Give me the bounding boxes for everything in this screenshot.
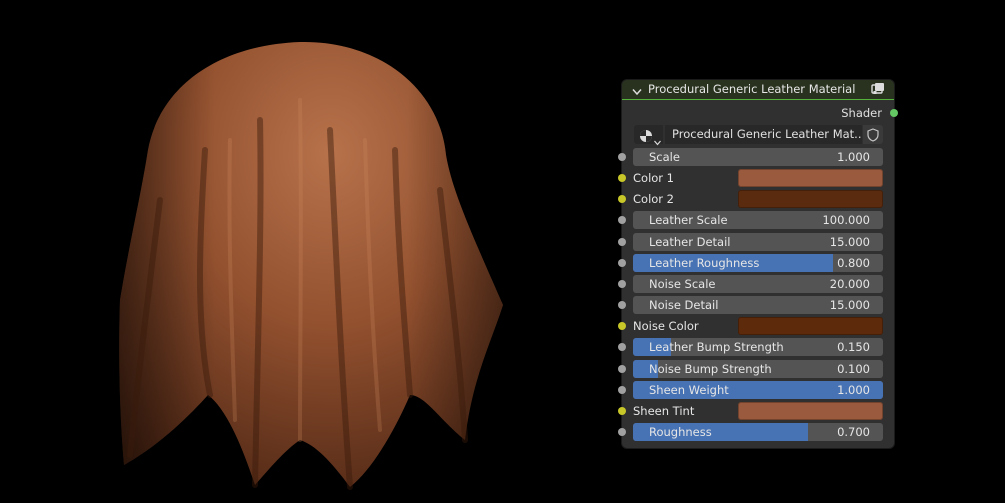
input-socket-color-1[interactable] [618, 174, 626, 183]
slider-label: Roughness [649, 424, 712, 439]
slider-label: Leather Detail [649, 234, 731, 249]
slider-label: Noise Detail [649, 298, 719, 313]
input-row-color-2: Color 2 [618, 189, 894, 210]
slider-leather-detail[interactable]: Leather Detail 15.000 [633, 232, 883, 251]
input-row-noise-bump-strength: Noise Bump Strength 0.100 [618, 359, 894, 380]
shield-icon [867, 127, 879, 146]
input-socket-leather-scale[interactable] [618, 216, 626, 225]
input-socket-scale[interactable] [618, 153, 626, 161]
input-row-leather-bump-strength: Leather Bump Strength 0.150 [618, 337, 894, 358]
input-row-sheen-tint: Sheen Tint [618, 401, 894, 422]
slider-leather-roughness[interactable]: Leather Roughness 0.800 [633, 253, 883, 272]
slider-value: 1.000 [837, 382, 870, 397]
slider-value: 20.000 [829, 276, 870, 291]
input-socket-color-2[interactable] [618, 195, 626, 204]
slider-value: 0.800 [837, 255, 870, 270]
input-row-scale: Scale 1.000 [618, 147, 894, 168]
slider-noise-bump-strength[interactable]: Noise Bump Strength 0.100 [633, 359, 883, 378]
input-socket-leather-bump-strength[interactable] [618, 343, 626, 352]
slider-label: Sheen Weight [649, 382, 729, 397]
slider-roughness[interactable]: Roughness 0.700 [633, 422, 883, 441]
input-row-noise-color: Noise Color [618, 316, 894, 337]
input-row-leather-detail: Leather Detail 15.000 [618, 232, 894, 253]
material-browse-button[interactable] [634, 125, 663, 147]
node-header[interactable]: Procedural Generic Leather Material [622, 80, 894, 100]
node-group-icon [870, 82, 886, 99]
shader-node[interactable]: Procedural Generic Leather Material Shad… [618, 80, 898, 448]
slider-leather-scale[interactable]: Leather Scale 100.000 [633, 211, 883, 230]
chevron-down-icon[interactable] [632, 85, 642, 99]
input-socket-roughness[interactable] [618, 427, 626, 436]
input-socket-noise-color[interactable] [618, 322, 626, 331]
input-socket-sheen-weight[interactable] [618, 385, 626, 394]
slider-sheen-weight[interactable]: Sheen Weight 1.000 [633, 380, 883, 399]
input-socket-sheen-tint[interactable] [618, 406, 626, 415]
color-label: Sheen Tint [633, 403, 695, 418]
input-row-leather-roughness: Leather Roughness 0.800 [618, 253, 894, 274]
input-row-noise-detail: Noise Detail 15.000 [618, 295, 894, 316]
slider-label: Noise Bump Strength [649, 361, 772, 376]
color-swatch-sheen-tint[interactable] [738, 401, 883, 420]
fake-user-button[interactable] [863, 125, 883, 144]
input-socket-noise-scale[interactable] [618, 279, 626, 288]
slider-value: 100.000 [822, 213, 870, 228]
slider-value: 1.000 [837, 150, 870, 164]
color-label: Color 2 [633, 192, 674, 207]
slider-noise-detail[interactable]: Noise Detail 15.000 [633, 296, 883, 315]
slider-label: Scale [649, 150, 680, 164]
material-sphere-icon [639, 128, 653, 147]
slider-value: 0.100 [837, 361, 870, 376]
slider-label: Noise Scale [649, 276, 716, 291]
input-row-color-1: Color 1 [618, 168, 894, 189]
input-row-sheen-weight: Sheen Weight 1.000 [618, 380, 894, 401]
input-socket-noise-bump-strength[interactable] [618, 364, 626, 373]
slider-value: 15.000 [829, 298, 870, 313]
color-swatch-color-2[interactable] [738, 190, 883, 209]
slider-value: 0.150 [837, 340, 870, 355]
slider-label: Leather Bump Strength [649, 340, 784, 355]
color-swatch-noise-color[interactable] [738, 317, 883, 336]
input-socket-noise-detail[interactable] [618, 301, 626, 310]
slider-scale[interactable]: Scale 1.000 [633, 148, 883, 166]
slider-noise-scale[interactable]: Noise Scale 20.000 [633, 274, 883, 293]
slider-value: 15.000 [829, 234, 870, 249]
input-socket-leather-detail[interactable] [618, 237, 626, 246]
slider-label: Leather Scale [649, 213, 728, 228]
color-label: Noise Color [633, 319, 699, 334]
color-label: Color 1 [633, 171, 674, 186]
slider-label: Leather Roughness [649, 255, 760, 270]
slider-leather-bump-strength[interactable]: Leather Bump Strength 0.150 [633, 338, 883, 357]
color-swatch-color-1[interactable] [738, 169, 883, 188]
input-row-noise-scale: Noise Scale 20.000 [618, 274, 894, 295]
input-row-roughness: Roughness 0.700 [618, 422, 894, 443]
input-row-leather-scale: Leather Scale 100.000 [618, 210, 894, 231]
input-socket-leather-roughness[interactable] [618, 258, 626, 267]
shader-output-label: Shader [841, 106, 882, 120]
node-title: Procedural Generic Leather Material [648, 82, 856, 96]
material-name-field[interactable]: Procedural Generic Leather Mat... [665, 125, 862, 144]
slider-value: 0.700 [837, 424, 870, 439]
shader-output-socket[interactable] [890, 109, 898, 117]
